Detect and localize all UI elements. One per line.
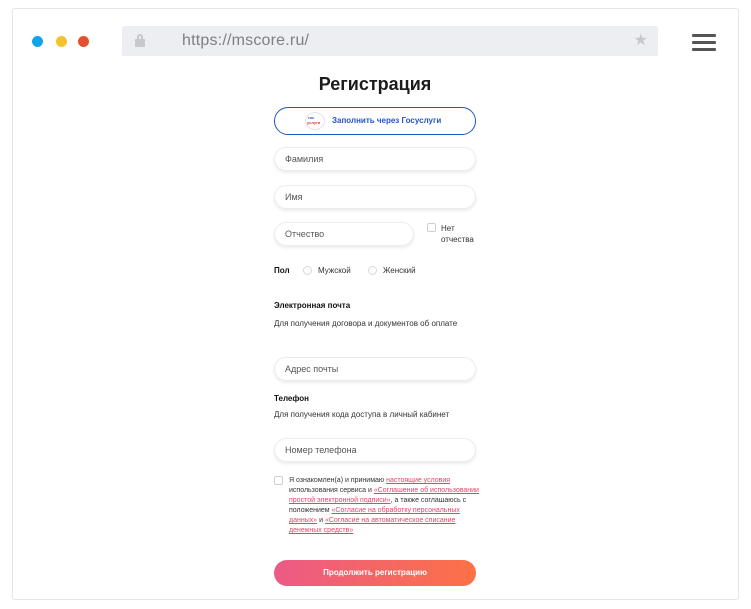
url-text[interactable]: https://mscore.ru/ <box>182 32 309 50</box>
gender-female-radio[interactable] <box>368 266 377 275</box>
gosuslugi-button[interactable]: гос услуги Заполнить через Госуслуги <box>274 107 476 135</box>
gender-label: Пол <box>274 266 290 275</box>
name-input[interactable]: Имя <box>274 185 476 209</box>
terms-link[interactable]: настоящие условия <box>386 477 450 484</box>
consent-text: Я ознакомлен(а) и принимаю настоящие усл… <box>289 477 479 534</box>
phone-heading: Телефон <box>274 394 309 403</box>
gender-female-label: Женский <box>383 266 416 275</box>
email-input[interactable]: Адрес почты <box>274 357 476 381</box>
minimize-dot-icon[interactable] <box>56 36 67 47</box>
no-patronymic-checkbox[interactable] <box>427 223 436 232</box>
gender-male-label: Мужской <box>318 266 351 275</box>
hamburger-menu-icon[interactable] <box>692 34 716 52</box>
browser-toolbar: https://mscore.ru/ ★ <box>13 9 738 73</box>
phone-input[interactable]: Номер телефона <box>274 438 476 462</box>
page-title: Регистрация <box>318 74 432 94</box>
email-heading: Электронная почта <box>274 301 351 310</box>
lock-icon <box>135 34 145 47</box>
gender-male-radio[interactable] <box>303 266 312 275</box>
maximize-dot-icon[interactable] <box>78 36 89 47</box>
gosuslugi-button-label: Заполнить через Госуслуги <box>332 116 442 125</box>
gosuslugi-logo-icon: гос услуги <box>305 112 325 130</box>
address-bar[interactable]: https://mscore.ru/ ★ <box>122 26 658 56</box>
email-hint: Для получения договора и документов об о… <box>274 319 458 328</box>
consent-checkbox[interactable] <box>274 476 283 485</box>
phone-hint: Для получения кода доступа в личный каби… <box>274 410 450 419</box>
close-dot-icon[interactable] <box>32 36 43 47</box>
surname-input[interactable]: Фамилия <box>274 147 476 171</box>
continue-registration-button[interactable]: Продолжить регистрацию <box>274 560 476 586</box>
no-patronymic-label: Нет отчества <box>441 224 474 244</box>
patronymic-input[interactable]: Отчество <box>274 222 414 246</box>
bookmark-star-icon[interactable]: ★ <box>634 30 648 50</box>
